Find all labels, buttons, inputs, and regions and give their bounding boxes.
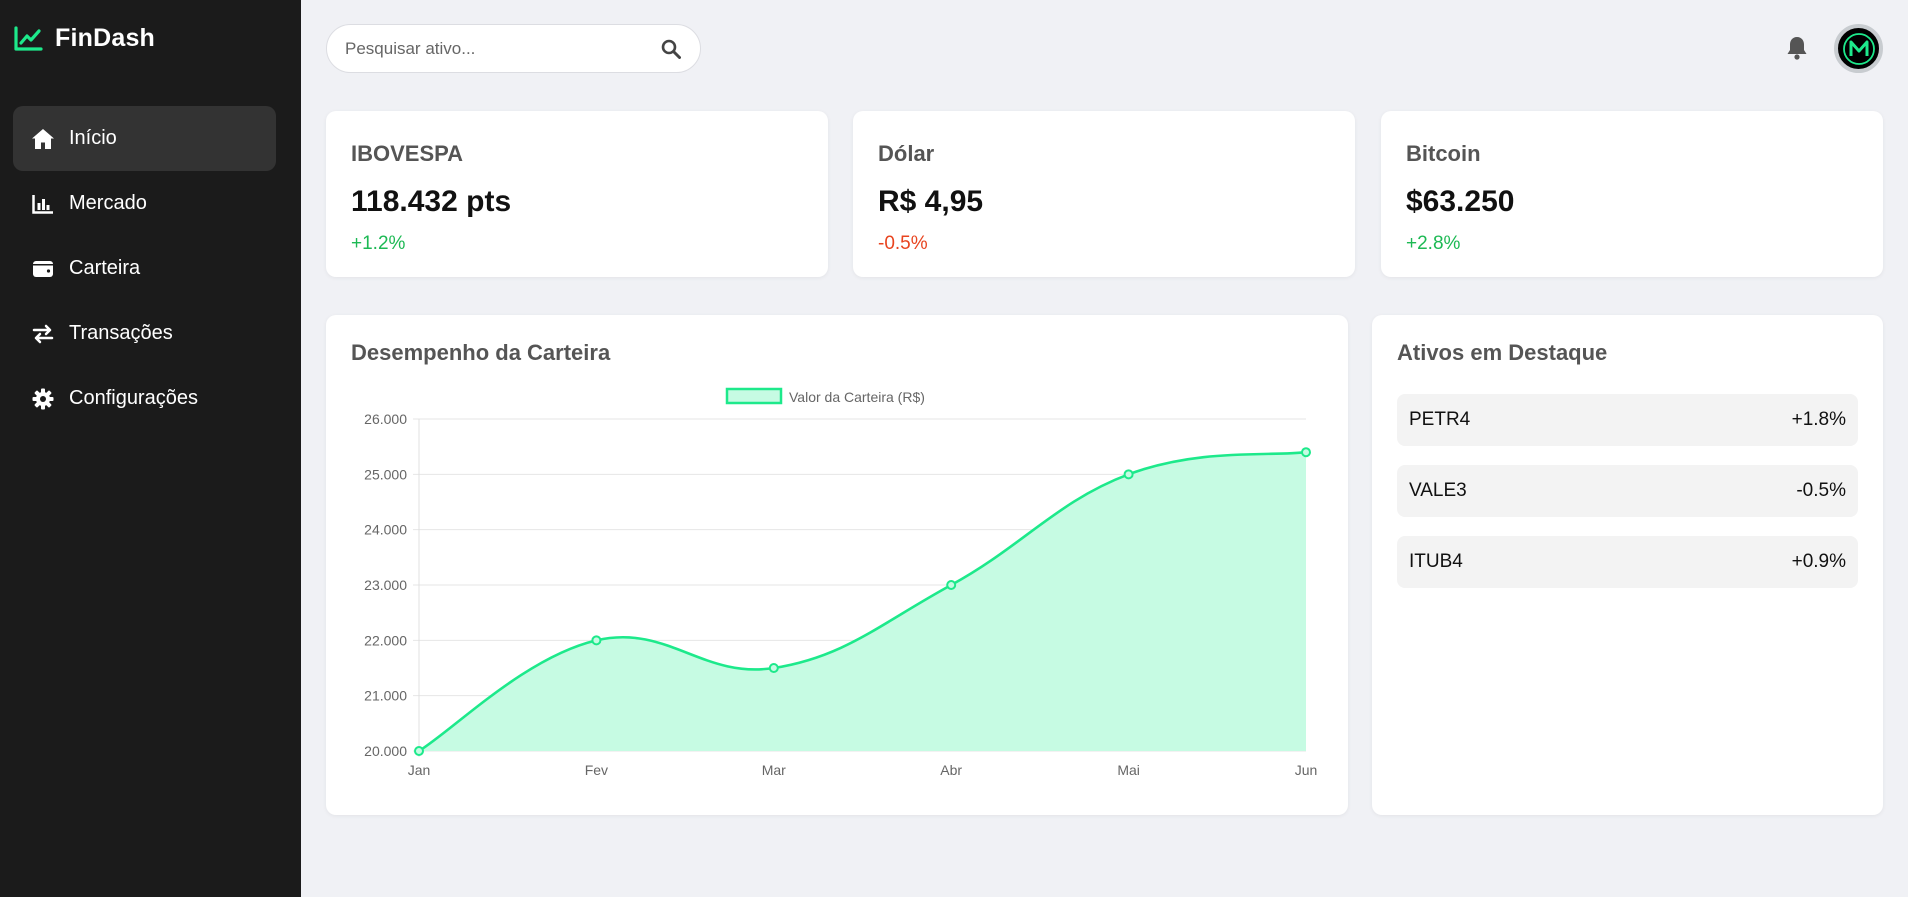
y-tick-label: 20.000	[364, 743, 407, 759]
data-point[interactable]	[1123, 469, 1134, 480]
chart-bar-icon	[31, 192, 55, 216]
bell-icon[interactable]	[1782, 33, 1812, 63]
data-point[interactable]	[1301, 447, 1311, 458]
x-tick-label: Jun	[1295, 762, 1318, 778]
data-point[interactable]	[768, 663, 779, 673]
chart-line-icon	[13, 25, 43, 52]
x-tick-label: Jan	[408, 762, 431, 778]
stat-value: 118.432 pts	[351, 185, 512, 218]
app-name: FinDash	[55, 24, 156, 52]
x-tick-label: Mai	[1117, 762, 1140, 778]
sidebar-item-label: Mercado	[69, 192, 147, 214]
data-point[interactable]	[591, 635, 602, 646]
x-tick-label: Mar	[762, 762, 786, 778]
legend-swatch[interactable]	[725, 387, 783, 405]
search-icon[interactable]	[660, 38, 682, 60]
y-tick-label: 25.000	[364, 466, 407, 482]
exchange-icon	[31, 322, 55, 346]
sidebar-item-configuracoes[interactable]: Configurações	[13, 366, 276, 431]
ticker-change: -0.5%	[1796, 480, 1846, 501]
area-fill	[419, 452, 1306, 751]
sidebar: FinDash Início Mercado Carteira Transaçõ…	[0, 0, 301, 897]
stat-card-ibovespa: IBOVESPA 118.432 pts +1.2%	[326, 111, 828, 277]
avatar[interactable]	[1834, 24, 1883, 73]
ticker-change: +0.9%	[1791, 551, 1846, 572]
list-item[interactable]: ITUB4 +0.9%	[1397, 536, 1858, 588]
portfolio-chart-card: Desempenho da Carteira 20.000 21.000 22.00…	[326, 315, 1348, 815]
sidebar-item-label: Início	[69, 127, 117, 149]
sidebar-nav: Início Mercado Carteira Transações Confi…	[13, 106, 276, 431]
sidebar-item-label: Carteira	[69, 257, 141, 279]
stat-change: +1.2%	[351, 233, 406, 254]
stat-change: -0.5%	[878, 233, 928, 254]
portfolio-chart[interactable]: 20.000 21.000 22.000 23.000 24.000 25.000 26.0…	[326, 385, 1348, 805]
y-tick-label: 26.000	[364, 411, 407, 427]
data-point[interactable]	[946, 580, 957, 590]
ticker-change: +1.8%	[1791, 409, 1846, 430]
gear-icon	[31, 387, 55, 411]
section-title: Desempenho da Carteira	[351, 340, 611, 365]
x-tick-label: Fev	[585, 762, 608, 778]
data-point[interactable]	[414, 746, 424, 756]
section-title: Ativos em Destaque	[1397, 340, 1608, 365]
home-icon	[31, 127, 55, 151]
sidebar-item-carteira[interactable]: Carteira	[13, 236, 276, 301]
ticker: VALE3	[1409, 480, 1467, 501]
chart-container: 20.000 21.000 22.000 23.000 24.000 25.000 26.0…	[326, 385, 1348, 805]
sidebar-item-transacoes[interactable]: Transações	[13, 301, 276, 366]
search-bar[interactable]	[326, 24, 701, 73]
avatar-logo	[1842, 32, 1875, 65]
brand[interactable]: FinDash	[13, 24, 155, 53]
highlights-card: Ativos em Destaque PETR4 +1.8% VALE3 -0.…	[1372, 315, 1883, 815]
y-tick-label: 22.000	[364, 632, 407, 648]
sidebar-item-mercado[interactable]: Mercado	[13, 171, 276, 236]
wallet-icon	[31, 257, 55, 281]
stat-card-bitcoin: Bitcoin $63.250 +2.8%	[1381, 111, 1883, 277]
stat-title: IBOVESPA	[351, 141, 464, 166]
y-tick-label: 21.000	[364, 688, 407, 704]
sidebar-item-label: Transações	[69, 322, 173, 344]
legend-label[interactable]: Valor da Carteira (R$)	[789, 389, 925, 405]
sidebar-item-label: Configurações	[69, 387, 198, 409]
stat-card-dolar: Dólar R$ 4,95 -0.5%	[853, 111, 1355, 277]
stat-title: Bitcoin	[1406, 141, 1481, 166]
y-tick-label: 24.000	[364, 522, 407, 538]
ticker: ITUB4	[1409, 551, 1463, 572]
stat-value: $63.250	[1406, 185, 1515, 218]
x-tick-label: Abr	[940, 762, 962, 778]
y-tick-label: 23.000	[364, 577, 407, 593]
list-item[interactable]: PETR4 +1.8%	[1397, 394, 1858, 446]
sidebar-item-inicio[interactable]: Início	[13, 106, 276, 171]
stat-title: Dólar	[878, 141, 935, 166]
search-input[interactable]	[345, 38, 660, 59]
highlights-list: PETR4 +1.8% VALE3 -0.5% ITUB4 +0.9%	[1397, 394, 1858, 588]
stat-change: +2.8%	[1406, 233, 1461, 254]
ticker: PETR4	[1409, 409, 1471, 430]
list-item[interactable]: VALE3 -0.5%	[1397, 465, 1858, 517]
stat-value: R$ 4,95	[878, 185, 984, 218]
